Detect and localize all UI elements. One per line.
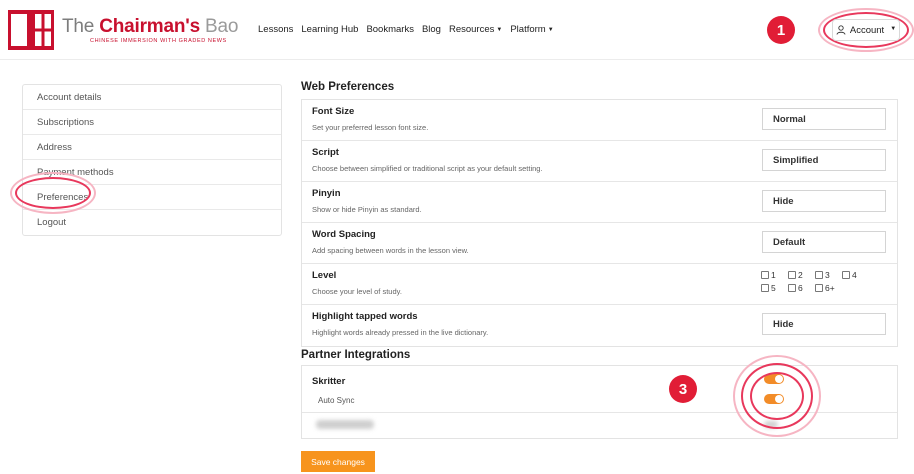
brand-tagline: CHINESE IMMERSION WITH GRADED NEWS: [90, 38, 227, 44]
sidebar-item-logout[interactable]: Logout: [23, 210, 281, 235]
level-checkbox-1[interactable]: 1: [761, 270, 788, 280]
annotation-step-badge-1: 1: [767, 16, 795, 44]
account-sidebar: Account details Subscriptions Address Pa…: [22, 84, 282, 236]
pref-row-font-size: Font Size Set your preferred lesson font…: [302, 100, 897, 141]
pref-desc: Choose your level of study.: [312, 287, 402, 296]
checkbox[interactable]: [815, 271, 823, 279]
checkbox[interactable]: [842, 271, 850, 279]
nav-bookmarks[interactable]: Bookmarks: [366, 24, 414, 35]
checkbox[interactable]: [788, 284, 796, 292]
annotation-step-badge-3: 3: [669, 375, 697, 403]
partner-row-skritter: Skritter Auto Sync: [302, 366, 897, 413]
pref-desc: Add spacing between words in the lesson …: [312, 246, 469, 255]
pref-row-level: Level Choose your level of study. 1 2 3 …: [302, 264, 897, 305]
checkbox[interactable]: [815, 284, 823, 292]
word-spacing-select[interactable]: Default: [762, 231, 886, 253]
redacted-text: [316, 420, 374, 429]
pref-desc: Highlight words already pressed in the l…: [312, 328, 489, 337]
level-label: 6: [798, 283, 803, 293]
pref-name: Pinyin: [312, 188, 341, 199]
sidebar-item-preferences[interactable]: Preferences: [23, 185, 281, 210]
nav-lessons[interactable]: Lessons: [258, 24, 293, 35]
nav-learning-hub[interactable]: Learning Hub: [301, 24, 358, 35]
nav-resources-label: Resources: [448, 24, 495, 35]
checkbox[interactable]: [788, 271, 796, 279]
partner-name: Skritter: [312, 376, 346, 387]
pref-name: Highlight tapped words: [312, 311, 418, 322]
level-label: 1: [771, 270, 776, 280]
level-label: 4: [852, 270, 857, 280]
level-checkbox-6plus[interactable]: 6+: [815, 283, 842, 293]
nav-resources[interactable]: Resources ▼: [449, 24, 502, 35]
auto-sync-label: Auto Sync: [318, 396, 355, 405]
pref-name: Font Size: [312, 106, 355, 117]
nav-blog[interactable]: Blog: [422, 24, 441, 35]
chairmans-bao-logo-icon[interactable]: [8, 10, 54, 50]
pref-row-highlight-tapped-words: Highlight tapped words Highlight words a…: [302, 305, 897, 346]
brand-name[interactable]: The Chairman's Bao: [62, 16, 238, 38]
pref-desc: Choose between simplified or traditional…: [312, 164, 543, 173]
checkbox[interactable]: [761, 271, 769, 279]
checkbox[interactable]: [761, 284, 769, 292]
web-preferences-title: Web Preferences: [301, 81, 395, 93]
level-checkbox-2[interactable]: 2: [788, 270, 815, 280]
pref-row-pinyin: Pinyin Show or hide Pinyin as standard. …: [302, 182, 897, 223]
sidebar-item-account-details[interactable]: Account details: [23, 85, 281, 110]
auto-sync-toggle[interactable]: [764, 394, 784, 404]
account-dropdown-button[interactable]: Account ▼: [832, 19, 900, 41]
pref-row-script: Script Choose between simplified or trad…: [302, 141, 897, 182]
account-label: Account: [849, 24, 885, 36]
brand-the: The: [62, 16, 100, 37]
brand-bao: Bao: [199, 16, 239, 37]
pref-row-word-spacing: Word Spacing Add spacing between words i…: [302, 223, 897, 264]
sidebar-item-address[interactable]: Address: [23, 135, 281, 160]
skritter-enable-toggle[interactable]: [764, 374, 784, 384]
pref-desc: Set your preferred lesson font size.: [312, 123, 429, 132]
highlight-tapped-words-select[interactable]: Hide: [762, 313, 886, 335]
level-label: 5: [771, 283, 776, 293]
save-changes-button[interactable]: Save changes: [301, 451, 375, 472]
pref-name: Word Spacing: [312, 229, 376, 240]
font-size-select[interactable]: Normal: [762, 108, 886, 130]
pref-desc: Show or hide Pinyin as standard.: [312, 205, 422, 214]
main-nav: Lessons Learning Hub Bookmarks Blog Reso…: [258, 24, 554, 35]
pref-name: Level: [312, 270, 337, 281]
partner-row-redacted: [302, 413, 897, 438]
partner-integrations-title: Partner Integrations: [301, 349, 411, 361]
sidebar-item-payment-methods[interactable]: Payment methods: [23, 160, 281, 185]
partner-integrations-table: Skritter Auto Sync: [301, 365, 898, 439]
level-checkbox-group: 1 2 3 4 5 6 6+: [761, 270, 871, 293]
top-header: The Chairman's Bao CHINESE IMMERSION WIT…: [0, 0, 914, 60]
sidebar-item-subscriptions[interactable]: Subscriptions: [23, 110, 281, 135]
caret-down-icon: ▼: [547, 27, 554, 33]
level-checkbox-5[interactable]: 5: [761, 283, 788, 293]
user-icon: [836, 25, 846, 35]
level-label: 2: [798, 270, 803, 280]
level-label: 6+: [825, 283, 835, 293]
level-checkbox-3[interactable]: 3: [815, 270, 842, 280]
web-preferences-table: Font Size Set your preferred lesson font…: [301, 99, 898, 347]
caret-down-icon: ▼: [890, 26, 897, 32]
script-select[interactable]: Simplified: [762, 149, 886, 171]
level-checkbox-4[interactable]: 4: [842, 270, 869, 280]
caret-down-icon: ▼: [496, 27, 503, 33]
redacted-toggle: [764, 421, 778, 428]
level-label: 3: [825, 270, 830, 280]
pref-name: Script: [312, 147, 339, 158]
nav-platform-label: Platform: [510, 24, 546, 35]
brand-chairmans: Chairman's: [99, 16, 200, 37]
pinyin-select[interactable]: Hide: [762, 190, 886, 212]
level-checkbox-6[interactable]: 6: [788, 283, 815, 293]
nav-platform[interactable]: Platform ▼: [510, 24, 553, 35]
